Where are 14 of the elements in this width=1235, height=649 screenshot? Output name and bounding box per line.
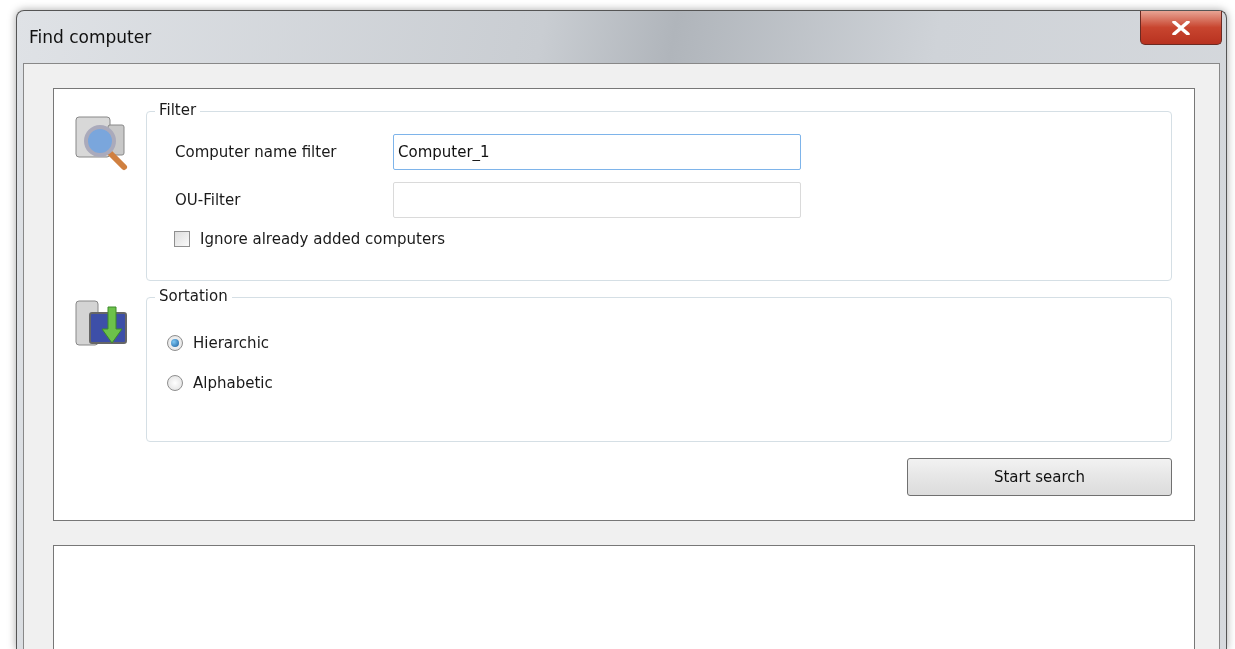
checkbox[interactable] [174, 231, 190, 247]
input-field[interactable] [393, 182, 801, 218]
radio-button[interactable] [167, 335, 183, 351]
field-label: OU-Filter [175, 191, 242, 209]
field-label: Computer name filter [175, 143, 338, 161]
input-field[interactable]: Computer_1 [393, 134, 801, 170]
start-search-button[interactable]: Start search [907, 458, 1172, 496]
window-title: Find computer [28, 27, 152, 47]
checkbox-label: Ignore already added computers [200, 230, 446, 248]
close-button[interactable] [1140, 11, 1222, 45]
radio-label: Alphabetic [193, 374, 273, 392]
radio-label: Hierarchic [193, 334, 270, 352]
radio-button[interactable] [167, 375, 183, 391]
close-icon [1172, 20, 1190, 35]
